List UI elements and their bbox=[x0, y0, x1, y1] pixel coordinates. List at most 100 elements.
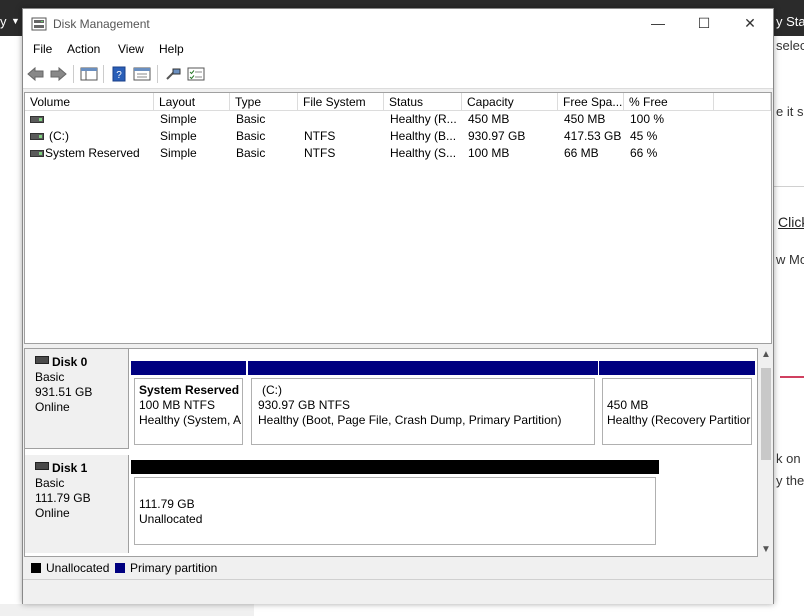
help-icon[interactable]: ? bbox=[110, 66, 128, 82]
checklist-icon[interactable] bbox=[187, 66, 205, 82]
legend: Unallocated Primary partition bbox=[24, 559, 772, 577]
properties-icon[interactable] bbox=[133, 66, 151, 82]
column-header-capacity[interactable]: Capacity bbox=[462, 93, 558, 111]
background-snippet: y the bbox=[776, 473, 804, 488]
background-bottom-panel bbox=[254, 604, 804, 616]
volume-type: Basic bbox=[236, 112, 266, 126]
volume-layout: Simple bbox=[160, 129, 197, 143]
partition-name: (C:) bbox=[262, 383, 282, 397]
column-header-filler bbox=[714, 93, 771, 111]
partition-c-drive[interactable]: (C:) 930.97 GB NTFS Healthy (Boot, Page … bbox=[248, 361, 598, 449]
volume-status: Healthy (B... bbox=[390, 129, 457, 143]
background-link[interactable]: Click bbox=[778, 214, 804, 230]
forward-arrow-icon[interactable] bbox=[49, 66, 67, 82]
disk-state: Online bbox=[35, 400, 70, 414]
background-snippet: w Mor bbox=[776, 252, 804, 267]
back-arrow-icon[interactable] bbox=[27, 66, 45, 82]
volume-status: Healthy (S... bbox=[390, 146, 457, 160]
menu-bar: File Action View Help bbox=[23, 39, 773, 59]
unallocated-bar bbox=[131, 460, 659, 474]
volume-capacity: 450 MB bbox=[468, 112, 510, 126]
disk-management-app-icon bbox=[31, 17, 47, 31]
scrollbar-thumb[interactable] bbox=[761, 368, 771, 460]
disk-type: Basic bbox=[35, 370, 65, 384]
disk-0-label[interactable]: Disk 0 Basic 931.51 GB Online bbox=[25, 349, 129, 449]
background-snippet: e it sh bbox=[776, 104, 804, 119]
toolbar-separator bbox=[157, 65, 158, 83]
scroll-up-icon[interactable]: ▲ bbox=[759, 348, 773, 362]
column-header-free-space[interactable]: Free Spa... bbox=[558, 93, 624, 111]
legend-swatch-primary bbox=[115, 563, 125, 573]
partition-status: Unallocated bbox=[139, 512, 203, 526]
volume-percent-free: 45 % bbox=[630, 129, 658, 143]
partition-size: 930.97 GB NTFS bbox=[258, 398, 351, 412]
disk-name: Disk 1 bbox=[52, 461, 88, 475]
volume-free-space: 66 MB bbox=[564, 146, 599, 160]
title-bar[interactable]: Disk Management — ☐ ✕ bbox=[23, 9, 773, 39]
partition-status: Healthy (Recovery Partitior bbox=[607, 413, 751, 427]
column-header-volume[interactable]: Volume bbox=[25, 93, 154, 111]
toolbar-separator bbox=[103, 65, 104, 83]
volume-file-system: NTFS bbox=[304, 146, 336, 160]
background-divider bbox=[774, 186, 804, 187]
disk-icon bbox=[35, 356, 49, 364]
status-bar bbox=[23, 579, 773, 604]
svg-text:?: ? bbox=[116, 70, 122, 81]
background-snippet: k on bbox=[776, 451, 801, 466]
close-button[interactable]: ✕ bbox=[727, 9, 773, 39]
volume-layout: Simple bbox=[160, 112, 197, 126]
scroll-down-icon[interactable]: ▼ bbox=[759, 543, 773, 557]
column-header-percent-free[interactable]: % Free bbox=[624, 93, 714, 111]
background-snippet: select bbox=[776, 38, 804, 53]
disk-1-label[interactable]: Disk 1 Basic 111.79 GB Online bbox=[25, 455, 129, 553]
partition-size: 450 MB bbox=[607, 398, 649, 412]
toolbar-separator bbox=[73, 65, 74, 83]
primary-partition-bar bbox=[131, 361, 246, 375]
primary-partition-bar bbox=[248, 361, 598, 375]
volume-capacity: 930.97 GB bbox=[468, 129, 526, 143]
menu-view[interactable]: View bbox=[118, 42, 144, 56]
drive-icon bbox=[30, 133, 44, 140]
partition-recovery[interactable]: 450 MB Healthy (Recovery Partitior bbox=[599, 361, 755, 449]
background-accent-line bbox=[780, 376, 804, 378]
connect-icon[interactable] bbox=[164, 66, 182, 82]
background-page: select e it sh Click w Mor k on y the bbox=[774, 36, 804, 616]
disk-size: 931.51 GB bbox=[35, 385, 93, 399]
legend-label-unallocated: Unallocated bbox=[46, 561, 110, 575]
menu-file[interactable]: File bbox=[33, 42, 52, 56]
partition-name: System Reserved bbox=[139, 383, 240, 397]
disk-view-scrollbar[interactable]: ▲ ▼ bbox=[759, 348, 773, 557]
disk-name: Disk 0 bbox=[52, 355, 88, 369]
volume-list: Volume Layout Type File System Status Ca… bbox=[24, 92, 772, 344]
volume-name: System Reserved bbox=[45, 146, 140, 160]
drive-icon bbox=[30, 116, 44, 123]
drive-icon bbox=[30, 150, 44, 157]
disk-type: Basic bbox=[35, 476, 65, 490]
background-right-text: y Sta bbox=[776, 14, 804, 29]
disk-graphical-view: Disk 0 Basic 931.51 GB Online System Res… bbox=[24, 348, 758, 557]
column-header-type[interactable]: Type bbox=[230, 93, 298, 111]
column-header-layout[interactable]: Layout bbox=[154, 93, 230, 111]
disk-size: 111.79 GB bbox=[35, 491, 91, 505]
show-hide-console-tree-icon[interactable] bbox=[80, 66, 98, 82]
background-left-text: y bbox=[0, 14, 7, 29]
menu-help[interactable]: Help bbox=[159, 42, 184, 56]
primary-partition-bar bbox=[599, 361, 755, 375]
partition-size: 111.79 GB bbox=[139, 497, 195, 511]
partition-status: Healthy (Boot, Page File, Crash Dump, Pr… bbox=[258, 413, 562, 427]
legend-label-primary: Primary partition bbox=[130, 561, 218, 575]
partition-name bbox=[607, 383, 751, 398]
unallocated-space[interactable]: 111.79 GB Unallocated bbox=[131, 460, 659, 549]
volume-free-space: 450 MB bbox=[564, 112, 606, 126]
disk-management-window: Disk Management — ☐ ✕ File Action View H… bbox=[22, 8, 774, 604]
volume-layout: Simple bbox=[160, 146, 197, 160]
partition-system-reserved[interactable]: System Reserved 100 MB NTFS Healthy (Sys… bbox=[131, 361, 246, 449]
volume-type: Basic bbox=[236, 146, 266, 160]
minimize-button[interactable]: — bbox=[635, 9, 681, 39]
volume-status: Healthy (R... bbox=[390, 112, 457, 126]
menu-action[interactable]: Action bbox=[67, 42, 100, 56]
maximize-button[interactable]: ☐ bbox=[681, 9, 727, 39]
toolbar: ? bbox=[23, 59, 773, 89]
column-header-file-system[interactable]: File System bbox=[298, 93, 384, 111]
column-header-status[interactable]: Status bbox=[384, 93, 462, 111]
